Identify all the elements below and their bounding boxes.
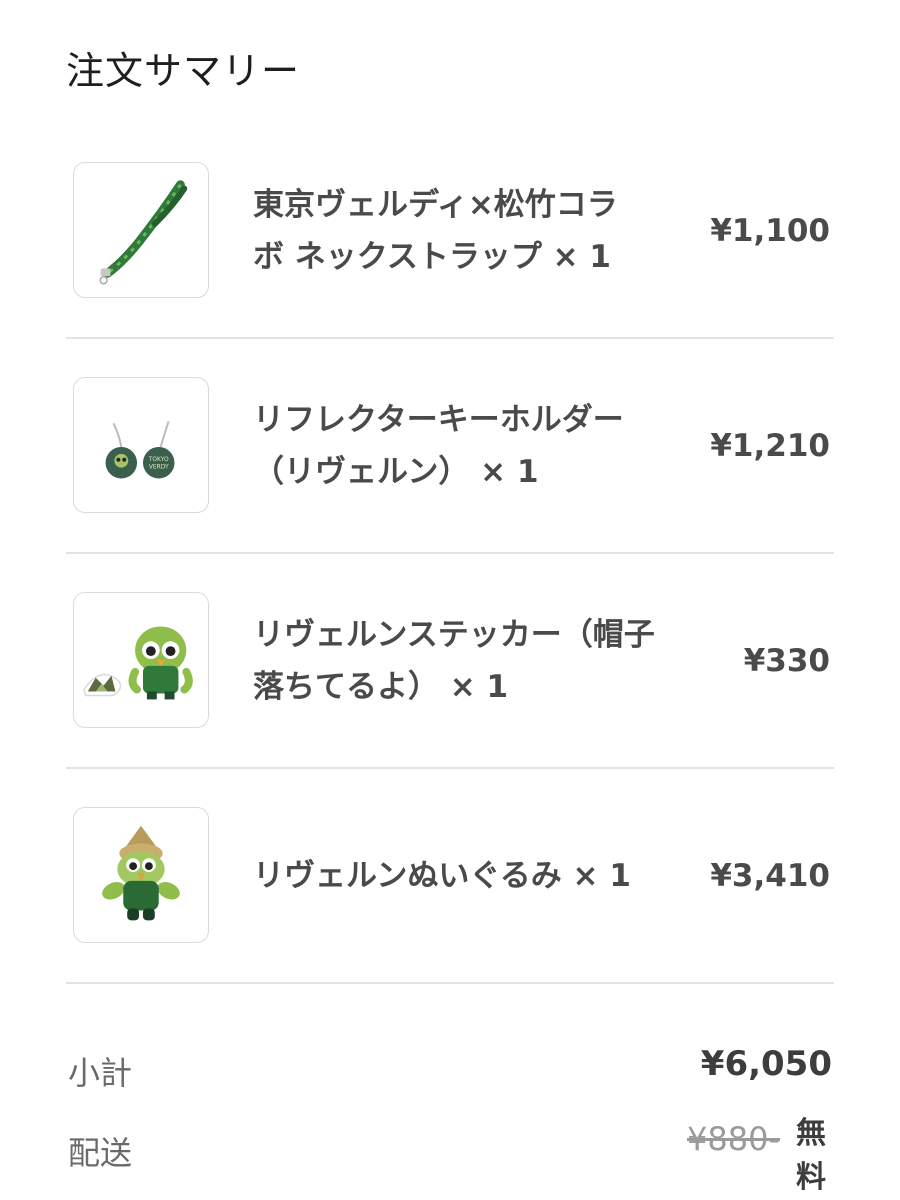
order-summary-title: 注文サマリー [66, 49, 301, 93]
item-name-line-2: （リヴェルン） × 1 [253, 453, 539, 490]
item-name-line-2: ボ ネックストラップ × 1 [253, 238, 611, 275]
item-price: ¥330 [743, 642, 830, 679]
subtotal-label: 小計 [68, 1054, 133, 1092]
keychain-icon: TOKYO VERDY [105, 421, 175, 479]
item-price: ¥1,100 [710, 212, 830, 249]
shipping-free-value: 無料 [796, 1116, 826, 1195]
subtotal-value: ¥6,050 [700, 1044, 832, 1084]
item-name-line-1: 東京ヴェルディ×松竹コラ [253, 186, 618, 223]
item-name: リフレクターキーホルダー （リヴェルン） × 1 [253, 339, 693, 552]
svg-text:VERDY: VERDY [149, 465, 169, 471]
item-name: 東京ヴェルディ×松竹コラ ボ ネックストラップ × 1 [253, 124, 693, 337]
order-item[interactable]: 東京ヴェルディ×松竹コラ ボ ネックストラップ × 1 ¥1,100 [66, 124, 834, 339]
product-thumbnail[interactable] [73, 162, 209, 298]
item-name-line-1: リヴェルンぬいぐるみ × 1 [253, 857, 631, 894]
sticker-icon [83, 626, 193, 700]
shipping-row: 配送 ¥880- 無料 [66, 1116, 834, 1200]
product-thumbnail[interactable]: TOKYO VERDY [73, 377, 209, 513]
lanyard-icon [99, 180, 188, 285]
svg-text:TOKYO: TOKYO [148, 457, 169, 463]
order-item-list: 東京ヴェルディ×松竹コラ ボ ネックストラップ × 1 ¥1,100 TOKYO… [66, 124, 834, 984]
price-summary: 小計 ¥6,050 配送 ¥880- 無料 [66, 1040, 834, 1200]
item-price: ¥3,410 [710, 857, 830, 894]
item-name: リヴェルンぬいぐるみ × 1 [253, 769, 693, 982]
product-thumbnail[interactable] [73, 592, 209, 728]
item-price: ¥1,210 [710, 427, 830, 464]
order-item[interactable]: リヴェルンステッカー（帽子 落ちてるよ） × 1 ¥330 [66, 554, 834, 769]
item-name-line-1: リヴェルンステッカー（帽子 [253, 616, 655, 653]
item-name-line-1: リフレクターキーホルダー [253, 401, 624, 438]
product-thumbnail[interactable] [73, 807, 209, 943]
item-name-line-2: 落ちてるよ） × 1 [253, 668, 509, 705]
plush-icon [102, 825, 180, 921]
subtotal-row: 小計 ¥6,050 [66, 1040, 834, 1120]
shipping-original-price: ¥880- [687, 1120, 780, 1158]
shipping-label: 配送 [68, 1134, 133, 1172]
order-item[interactable]: TOKYO VERDY リフレクターキーホルダー （リヴェルン） × 1 ¥1,… [66, 339, 834, 554]
order-item[interactable]: リヴェルンぬいぐるみ × 1 ¥3,410 [66, 769, 834, 984]
item-name: リヴェルンステッカー（帽子 落ちてるよ） × 1 [253, 554, 693, 767]
